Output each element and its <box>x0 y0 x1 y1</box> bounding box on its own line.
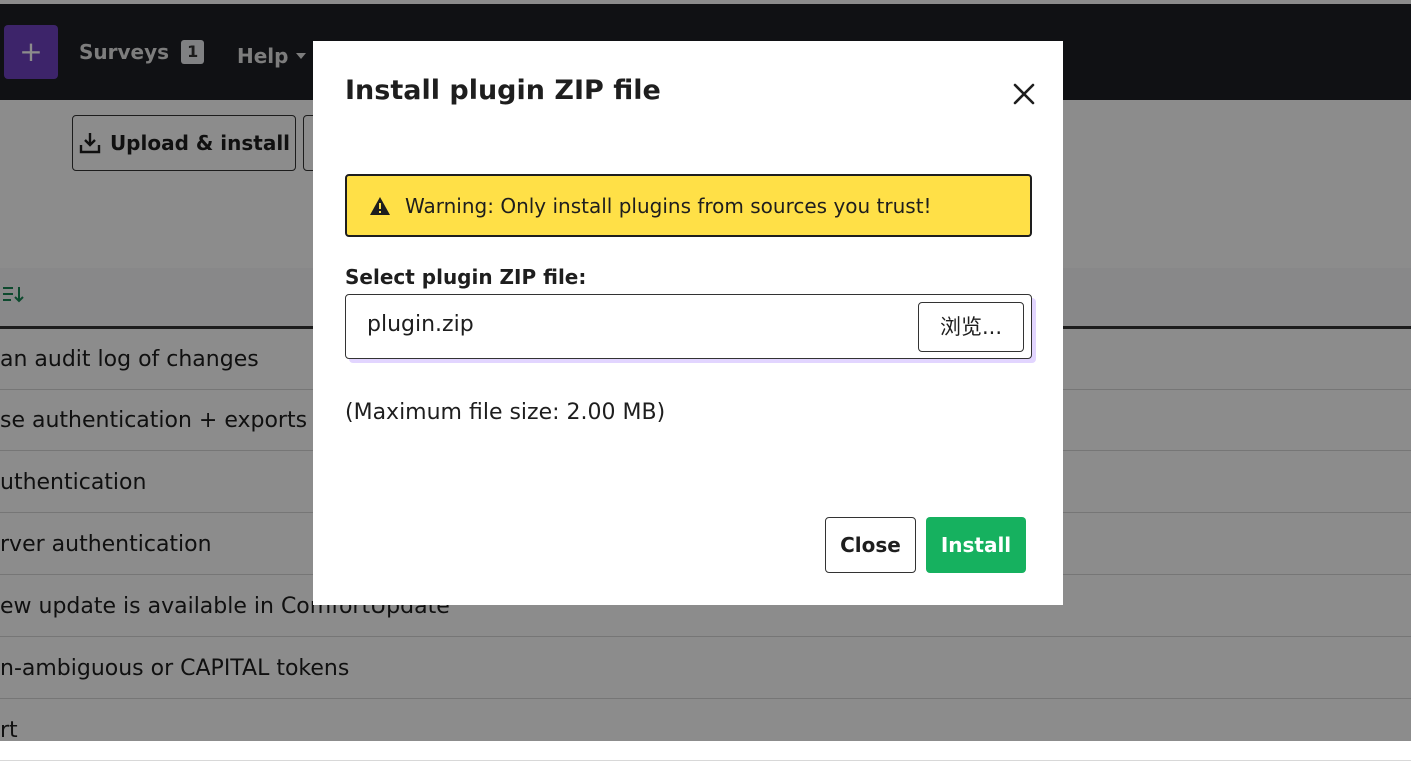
close-button[interactable]: Close <box>825 517 916 573</box>
warning-alert: Warning: Only install plugins from sourc… <box>345 174 1032 237</box>
warning-triangle-icon <box>370 196 390 215</box>
selected-file-name: plugin.zip <box>367 312 474 337</box>
modal-title: Install plugin ZIP file <box>345 75 661 106</box>
warning-text: Warning: Only install plugins from sourc… <box>405 193 932 218</box>
install-button[interactable]: Install <box>926 517 1026 573</box>
browse-button[interactable]: 浏览... <box>918 302 1024 352</box>
close-icon[interactable] <box>1009 79 1039 109</box>
plugin-file-input[interactable]: plugin.zip 浏览... <box>345 294 1032 359</box>
max-file-size-note: (Maximum file size: 2.00 MB) <box>345 400 666 425</box>
file-field-label: Select plugin ZIP file: <box>345 265 587 289</box>
install-plugin-modal: Install plugin ZIP file Warning: Only in… <box>313 41 1063 605</box>
